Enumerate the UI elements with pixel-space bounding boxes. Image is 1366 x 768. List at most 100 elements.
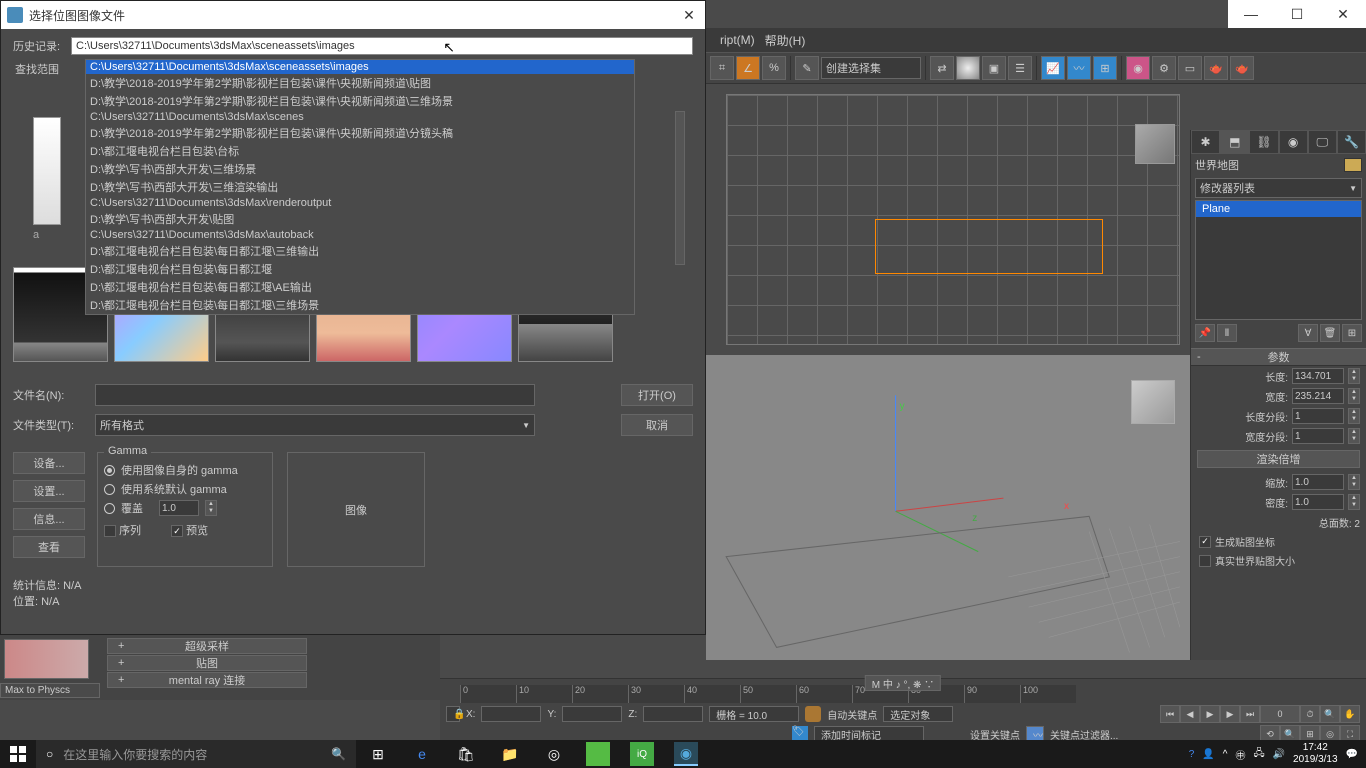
density-spinbtns[interactable]: ▲▼ xyxy=(1348,494,1360,510)
coord-y[interactable] xyxy=(562,706,622,722)
coord-z[interactable] xyxy=(643,706,703,722)
goto-end-icon[interactable]: ⏭ xyxy=(1240,705,1260,723)
places-sidebar[interactable] xyxy=(33,117,61,225)
modify-tab[interactable]: ⬒ xyxy=(1220,130,1249,154)
play-icon[interactable]: ▶ xyxy=(1200,705,1220,723)
motion-tab[interactable]: ◉ xyxy=(1279,130,1308,154)
history-option[interactable]: D:\教学\2018-2019学年第2学期\影视栏目包装\课件\央视新闻频道\三… xyxy=(86,92,634,110)
history-option[interactable]: D:\教学\写书\西部大开发\三维渲染输出 xyxy=(86,178,634,196)
store-icon[interactable]: 🛍 xyxy=(444,740,488,768)
history-option[interactable]: D:\教学\2018-2019学年第2学期\影视栏目包装\课件\央视新闻频道\贴… xyxy=(86,74,634,92)
history-option[interactable]: C:\Users\32711\Documents\3dsMax\autoback xyxy=(86,228,634,242)
history-option[interactable]: D:\教学\2018-2019学年第2学期\影视栏目包装\课件\央视新闻频道\分… xyxy=(86,124,634,142)
close-button[interactable]: ✕ xyxy=(1320,0,1366,28)
coord-x[interactable] xyxy=(481,706,541,722)
create-tab[interactable]: ✱ xyxy=(1191,130,1220,154)
edit-selection-icon[interactable]: ✎ xyxy=(795,56,819,80)
devices-button[interactable]: 设备... xyxy=(13,452,85,474)
configure-icon[interactable]: ⊞ xyxy=(1342,324,1362,342)
snap-toggle-icon[interactable]: ⌗ xyxy=(710,56,734,80)
history-option[interactable]: D:\都江堰电视台栏目包装\每日都江堰\AE输出 xyxy=(86,278,634,296)
maximize-button[interactable]: ☐ xyxy=(1274,0,1320,28)
history-option[interactable]: D:\都江堰电视台栏目包装\每日都江堰\三维输出 xyxy=(86,242,634,260)
widseg-spinbtns[interactable]: ▲▼ xyxy=(1348,428,1360,444)
schematic-icon[interactable]: ⊞ xyxy=(1093,56,1117,80)
gamma-auto-radio[interactable] xyxy=(104,465,115,476)
mapping-rollout[interactable]: +贴图 xyxy=(107,655,307,671)
nav-zoom-icon[interactable]: 🔍 xyxy=(1320,705,1340,723)
dialog-titlebar[interactable]: 选择位图图像文件 ✕ xyxy=(1,1,705,29)
render-setup-icon[interactable]: ⚙ xyxy=(1152,56,1176,80)
utilities-tab[interactable]: 🔧 xyxy=(1337,130,1366,154)
frame-input[interactable]: 0 xyxy=(1260,705,1300,723)
gamma-spinbtns[interactable]: ▲▼ xyxy=(205,500,217,516)
modifier-stack[interactable]: Plane xyxy=(1195,200,1362,320)
notifications-tray-icon[interactable]: 💬 xyxy=(1346,749,1358,760)
ime-tray-icon[interactable]: ㊥ xyxy=(1235,747,1245,762)
taskview-icon[interactable]: ⊞ xyxy=(356,740,400,768)
preview-checkbox[interactable]: ✓ xyxy=(171,525,183,537)
length-spinbtns[interactable]: ▲▼ xyxy=(1348,368,1360,384)
scale-spinbtns[interactable]: ▲▼ xyxy=(1348,474,1360,490)
history-option[interactable]: D:\教学\写书\西部大开发\三维场景 xyxy=(86,160,634,178)
menu-help[interactable]: 帮助(H) xyxy=(765,32,806,49)
explorer-icon[interactable]: 📁 xyxy=(488,740,532,768)
gamma-override-radio[interactable] xyxy=(104,503,115,514)
selected-plane-outline[interactable] xyxy=(875,219,1103,273)
length-spinner[interactable]: 134.701 xyxy=(1292,368,1344,384)
realworld-checkbox[interactable] xyxy=(1199,555,1211,567)
filetype-dropdown[interactable]: 所有格式 xyxy=(95,414,535,436)
scale-spinner[interactable]: 1.0 xyxy=(1292,474,1344,490)
lock-icon[interactable]: 🔒 xyxy=(446,706,460,722)
selection-set-input[interactable] xyxy=(821,57,921,79)
modifier-list-dropdown[interactable]: 修改器列表 xyxy=(1195,178,1362,198)
widseg-spinner[interactable]: 1 xyxy=(1292,428,1344,444)
modifier-plane[interactable]: Plane xyxy=(1196,201,1361,217)
sequence-checkbox[interactable] xyxy=(104,525,116,537)
start-button[interactable] xyxy=(0,740,36,768)
gamma-value-spinner[interactable]: 1.0 xyxy=(159,500,199,516)
scrollbar[interactable] xyxy=(675,111,685,265)
mentalray-rollout[interactable]: +mental ray 连接 xyxy=(107,672,307,688)
help-tray-icon[interactable]: ? xyxy=(1189,749,1195,760)
keymode-dropdown[interactable]: 选定对象 xyxy=(883,706,953,722)
history-dropdown-list[interactable]: C:\Users\32711\Documents\3dsMax\sceneass… xyxy=(85,59,635,315)
info-button[interactable]: 信息... xyxy=(13,508,85,530)
lenseg-spinbtns[interactable]: ▲▼ xyxy=(1348,408,1360,424)
lenseg-spinner[interactable]: 1 xyxy=(1292,408,1344,424)
autokey-button[interactable]: 自动关键点 xyxy=(827,707,877,722)
density-spinner[interactable]: 1.0 xyxy=(1292,494,1344,510)
next-frame-icon[interactable]: ▶ xyxy=(1220,705,1240,723)
angle-snap-icon[interactable]: ∠ xyxy=(736,56,760,80)
time-display[interactable]: M 中 ♪ °, ❋ ∵ xyxy=(865,675,941,691)
volume-tray-icon[interactable]: 🔊 xyxy=(1273,749,1285,760)
percent-snap-icon[interactable]: % xyxy=(762,56,786,80)
gamma-system-radio[interactable] xyxy=(104,484,115,495)
width-spinner[interactable]: 235.214 xyxy=(1292,388,1344,404)
viewport-perspective[interactable]: y x z xyxy=(706,355,1190,660)
goto-start-icon[interactable]: ⏮ xyxy=(1160,705,1180,723)
history-combobox[interactable]: C:\Users\32711\Documents\3dsMax\sceneass… xyxy=(71,37,693,55)
history-option[interactable]: D:\都江堰电视台栏目包装\每日都江堰 xyxy=(86,260,634,278)
setup-button[interactable]: 设置... xyxy=(13,480,85,502)
teapot-icon[interactable]: 🫖 xyxy=(1204,56,1228,80)
nav-pan-icon[interactable]: ✋ xyxy=(1340,705,1360,723)
remove-mod-icon[interactable]: 🗑 xyxy=(1320,324,1340,342)
object-color-swatch[interactable] xyxy=(1344,158,1362,172)
open-button[interactable]: 打开(O) xyxy=(621,384,693,406)
iqiyi-icon[interactable]: iQ xyxy=(630,742,654,766)
genmap-checkbox[interactable]: ✓ xyxy=(1199,536,1211,548)
layers-icon[interactable]: ☰ xyxy=(1008,56,1032,80)
menu-maxscript[interactable]: ript(M) xyxy=(720,33,755,47)
material-editor-icon[interactable]: ◉ xyxy=(1126,56,1150,80)
clock[interactable]: 17:42 2019/3/13 xyxy=(1293,742,1338,766)
make-unique-icon[interactable]: ∀ xyxy=(1298,324,1318,342)
edge-icon[interactable]: e xyxy=(400,740,444,768)
align-icon[interactable]: ▣ xyxy=(982,56,1006,80)
render-frame-icon[interactable]: ▭ xyxy=(1178,56,1202,80)
time-config-icon[interactable]: ⏱ xyxy=(1300,705,1320,723)
dialog-close-button[interactable]: ✕ xyxy=(679,5,699,25)
display-tab[interactable]: 🖵 xyxy=(1308,130,1337,154)
curve-editor-icon[interactable]: 〰 xyxy=(1067,56,1091,80)
mirror-icon[interactable]: ⇄ xyxy=(930,56,954,80)
